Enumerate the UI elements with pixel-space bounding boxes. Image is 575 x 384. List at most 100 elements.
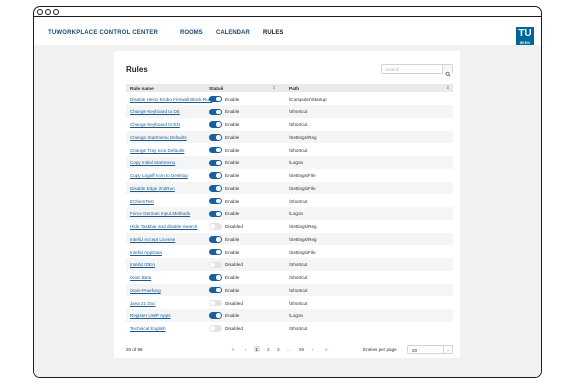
status-toggle[interactable] [209, 95, 222, 103]
toggle-knob [216, 186, 221, 191]
toggle-knob [210, 224, 215, 229]
toggle-knob [216, 96, 221, 102]
column-header-status[interactable]: Status [209, 86, 223, 91]
status-text: Enable [225, 211, 240, 217]
toggle-knob [216, 287, 221, 293]
table-row: Change Tray Icon Defaults Enable \Shortcut [126, 143, 453, 156]
search-input[interactable] [385, 65, 437, 74]
rules-card: Rules Rule name ⇕ Status ⇕ Path ⇕ Disabl [114, 51, 460, 358]
toggle-knob [216, 135, 221, 140]
status-toggle[interactable] [209, 325, 222, 332]
status-text: Enable [225, 185, 240, 191]
toggle-knob [216, 211, 221, 217]
status-text: Enable [225, 134, 240, 140]
toggle-knob [216, 198, 221, 204]
status-text: Enable [225, 275, 240, 281]
table-row: Copy Initial Startmenu Enable \Logon [126, 156, 453, 169]
status-text: Enable [225, 198, 240, 204]
status-toggle[interactable] [209, 223, 222, 230]
search-button[interactable] [442, 65, 452, 76]
search-icon [445, 71, 451, 76]
rule-name-link[interactable]: Change Startmenu Defaults [130, 135, 187, 140]
nav-link-rules[interactable]: RULES [263, 30, 283, 36]
toggle-knob [216, 160, 221, 166]
status-toggle[interactable] [209, 299, 222, 307]
toggle-knob [216, 109, 221, 115]
rule-name-link[interactable]: EChemTest [130, 199, 154, 204]
toggle-knob [216, 147, 221, 153]
rule-name-link[interactable]: IntelliJ Accept License [130, 237, 175, 242]
toggle-knob [210, 262, 215, 267]
status-toggle[interactable] [209, 185, 222, 192]
table-row: Disable Edge 2ndRun Enable \Settings\File [126, 181, 453, 195]
status-toggle[interactable] [209, 312, 222, 319]
app-brand[interactable]: TUWORKPLACE CONTROL CENTER [48, 30, 158, 36]
status-toggle[interactable] [209, 159, 222, 167]
nav-link-calendar[interactable]: CALENDAR [216, 30, 250, 36]
status-toggle[interactable] [209, 274, 222, 281]
page-button-1[interactable]: 1 [254, 346, 260, 353]
status-text: Enable [225, 109, 240, 115]
status-toggle[interactable] [209, 210, 222, 218]
status-text: Enable [225, 96, 240, 102]
page-button-99[interactable]: 99 [299, 347, 304, 352]
rule-name-link[interactable]: IntelliJ AppData [130, 250, 162, 255]
table-row: Change Keyboard to DE Enable \Shortcut [126, 105, 453, 118]
rule-name-link[interactable]: Java 21 Doc [130, 301, 156, 306]
last-page-button[interactable]: » [325, 347, 328, 352]
table-row: Change Keyboard to EN Enable \Shortcut [126, 118, 453, 131]
toggle-knob [216, 313, 221, 318]
status-text: Disabled [225, 326, 243, 331]
status-toggle[interactable] [209, 261, 222, 268]
status-toggle[interactable] [209, 236, 222, 243]
rule-name-link[interactable]: Copy Logoff Icon to Desktop [130, 173, 188, 178]
status-toggle[interactable] [209, 146, 222, 154]
status-toggle[interactable] [209, 172, 222, 179]
previous-page-button[interactable]: ‹ [245, 347, 247, 352]
toggle-knob [216, 173, 221, 178]
rule-name-link[interactable]: Copy Initial Startmenu [130, 160, 175, 165]
rule-name-link[interactable]: Change Tray Icon Defaults [130, 148, 184, 153]
entries-per-page-select[interactable]: 20 ⌄ [407, 344, 453, 354]
rule-name-link[interactable]: iXam Beta [130, 275, 151, 280]
first-page-button[interactable]: « [232, 347, 235, 352]
nav-link-rooms[interactable]: ROOMS [180, 30, 203, 36]
rule-name-link[interactable]: Disable Edge 2ndRun [130, 186, 175, 191]
table-row: Technical English Disabled \Shortcut [126, 322, 453, 335]
rule-name-link[interactable]: Register UWP Apps [130, 313, 171, 318]
column-header-rule-name[interactable]: Rule name [130, 86, 154, 91]
rule-path: \Shortcut [289, 198, 308, 204]
main-content: Rules Rule name ⇕ Status ⇕ Path ⇕ Disabl [34, 45, 541, 377]
rule-name-link[interactable]: Change Keyboard to EN [130, 122, 180, 127]
rule-path: \Settings\Reg [289, 224, 317, 230]
sort-icon[interactable]: ⇕ [446, 85, 450, 91]
window-close-dot[interactable] [37, 8, 43, 15]
search-box [381, 64, 453, 76]
column-header-path[interactable]: Path [289, 86, 299, 91]
status-toggle[interactable] [209, 197, 222, 205]
rule-name-link[interactable]: Hide Taskbar and disable Search [130, 224, 197, 229]
status-toggle[interactable] [209, 108, 222, 116]
sort-icon[interactable]: ⇕ [272, 85, 276, 91]
rule-name-link[interactable]: Force German Input Methods [130, 211, 190, 216]
status-toggle[interactable] [209, 248, 222, 256]
rule-path: \Shortcut [289, 147, 308, 153]
status-toggle[interactable] [209, 134, 222, 141]
rule-name-link[interactable]: Change Keyboard to DE [130, 109, 180, 114]
rule-name-link[interactable]: Technical English [130, 326, 166, 331]
entries-per-page-label: Entries per page [363, 347, 397, 352]
result-count: 20 of 99 [126, 347, 143, 352]
status-toggle[interactable] [209, 286, 222, 294]
rule-name-link[interactable]: Disable Heinz Krobo Firewall Block Rule [130, 97, 212, 102]
window-maximize-dot[interactable] [53, 8, 59, 15]
table-row: IntelliJ Accept License Enable \Settings\R… [126, 232, 453, 246]
rule-path: \Shortcut [289, 122, 308, 128]
next-page-button[interactable]: › [312, 347, 314, 352]
rule-name-link[interactable]: IntelliJ IDEA [130, 262, 155, 267]
page-button-2[interactable]: 2 [267, 347, 270, 352]
page-button-3[interactable]: 3 [277, 347, 280, 352]
rule-path: \Shortcut [289, 287, 308, 293]
window-minimize-dot[interactable] [45, 8, 51, 15]
status-toggle[interactable] [209, 121, 222, 128]
rule-name-link[interactable]: iXam-Pruefung [130, 288, 161, 293]
